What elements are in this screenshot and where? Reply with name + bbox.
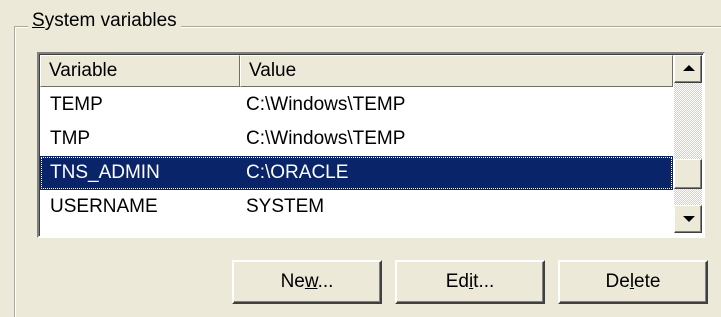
table-row[interactable]: TEMP C:\Windows\TEMP xyxy=(40,88,673,122)
value-cell: C:\Windows\TEMP xyxy=(246,94,406,115)
list-header: Variable Value xyxy=(40,55,673,89)
table-row[interactable]: USERNAME SYSTEM xyxy=(40,190,673,224)
variable-cell: TMP xyxy=(50,128,91,149)
delete-button-label-pre: De xyxy=(605,271,630,292)
scrollbar-thumb[interactable] xyxy=(674,159,702,189)
value-cell: SYSTEM xyxy=(246,196,325,217)
table-row[interactable]: TMP C:\Windows\TEMP xyxy=(40,122,673,156)
new-button-accel: w xyxy=(304,271,318,292)
value-cell: C:\ORACLE xyxy=(246,162,349,183)
system-variables-list[interactable]: Variable Value TEMP C:\Windows\TEMP TMP … xyxy=(37,52,705,238)
variable-cell: TNS_ADMIN xyxy=(50,162,160,183)
scroll-down-button[interactable] xyxy=(674,205,702,233)
vertical-scrollbar[interactable] xyxy=(674,55,702,233)
value-cell: C:\Windows\TEMP xyxy=(246,128,406,149)
variable-cell: TEMP xyxy=(50,94,103,115)
new-button-label-pre: Ne xyxy=(280,271,305,292)
table-row-selected[interactable]: TNS_ADMIN C:\ORACLE xyxy=(40,156,673,190)
edit-button[interactable]: Edit... xyxy=(395,260,545,304)
groupbox-title: System variables xyxy=(28,10,181,32)
list-rows: TEMP C:\Windows\TEMP TMP C:\Windows\TEMP… xyxy=(40,88,673,224)
edit-button-label-post: t... xyxy=(473,271,495,292)
groupbox-title-rest: ystem variables xyxy=(44,10,177,31)
edit-button-label-pre: Ed xyxy=(445,271,469,292)
column-header-variable[interactable]: Variable xyxy=(40,55,240,87)
arrow-up-icon xyxy=(683,65,695,71)
new-button-label-post: ... xyxy=(317,271,334,292)
new-button[interactable]: New... xyxy=(232,260,382,304)
groupbox-title-accel: S xyxy=(32,10,45,31)
variable-cell: USERNAME xyxy=(50,196,158,217)
scroll-up-button[interactable] xyxy=(674,55,702,83)
column-header-value[interactable]: Value xyxy=(240,55,673,87)
delete-button-label-post: ete xyxy=(634,271,661,292)
arrow-down-icon xyxy=(683,216,695,222)
delete-button[interactable]: Delete xyxy=(558,260,708,304)
system-variables-panel: System variables Variable Value TEMP C:\… xyxy=(0,0,721,317)
